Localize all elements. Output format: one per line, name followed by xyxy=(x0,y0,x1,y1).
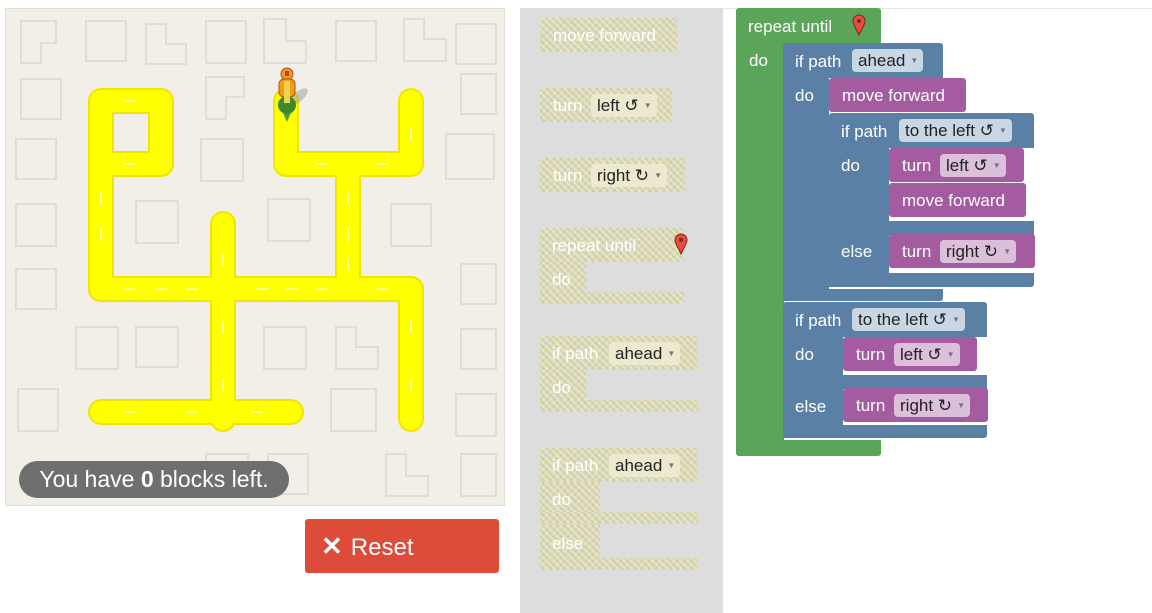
toolbox-if-else-path-block[interactable]: if path ahead do else xyxy=(540,448,698,570)
path-direction-dropdown[interactable]: ahead xyxy=(852,49,924,72)
workspace-turn-left-block[interactable]: turn left ↺ xyxy=(843,337,977,371)
blocks-left-counter: You have 0 blocks left. xyxy=(19,461,289,498)
path-direction-dropdown[interactable]: ahead xyxy=(609,454,681,477)
workspace-turn-left-block[interactable]: turn left ↺ xyxy=(889,148,1024,182)
workspace-move-forward-block[interactable]: move forward xyxy=(829,78,966,112)
toolbox-turn-left-block[interactable]: turn left ↺ xyxy=(540,88,672,122)
map-pin-icon xyxy=(852,14,866,36)
toolbox-panel: move forward turn left ↺ turn right ↻ re… xyxy=(520,8,723,613)
path-direction-dropdown[interactable]: to the left ↺ xyxy=(899,119,1012,142)
path-direction-dropdown[interactable]: ahead xyxy=(609,342,681,365)
close-x-icon: ✕ xyxy=(321,531,343,561)
reset-label: Reset xyxy=(350,534,414,561)
workspace-turn-right-block[interactable]: turn right ↻ xyxy=(889,234,1035,268)
map-pin-icon xyxy=(674,233,688,255)
turn-direction-dropdown[interactable]: left ↺ xyxy=(894,343,960,366)
turn-direction-dropdown[interactable]: left ↺ xyxy=(591,94,657,117)
workspace-move-forward-block[interactable]: move forward xyxy=(889,183,1026,217)
turn-direction-dropdown[interactable]: right ↻ xyxy=(591,164,668,187)
toolbox-if-path-block[interactable]: if path ahead do xyxy=(540,336,698,412)
reset-button[interactable]: ✕ Reset xyxy=(305,519,499,573)
toolbox-repeat-until-block[interactable]: repeat until do xyxy=(540,228,688,304)
maze-area: You have 0 blocks left. xyxy=(5,8,505,506)
toolbox-move-forward-block[interactable]: move forward xyxy=(540,18,677,52)
maze-path xyxy=(88,88,424,432)
blocks-left-count: 0 xyxy=(140,466,154,492)
turn-direction-dropdown[interactable]: right ↻ xyxy=(894,394,971,417)
turn-direction-dropdown[interactable]: right ↻ xyxy=(940,240,1017,263)
maze-drawing xyxy=(15,18,497,497)
workspace-turn-right-block[interactable]: turn right ↻ xyxy=(843,388,988,422)
path-direction-dropdown[interactable]: to the left ↺ xyxy=(852,308,965,331)
turn-direction-dropdown[interactable]: left ↺ xyxy=(940,154,1006,177)
toolbox-turn-right-block[interactable]: turn right ↻ xyxy=(540,158,685,192)
maze-path-dashes xyxy=(100,100,412,413)
